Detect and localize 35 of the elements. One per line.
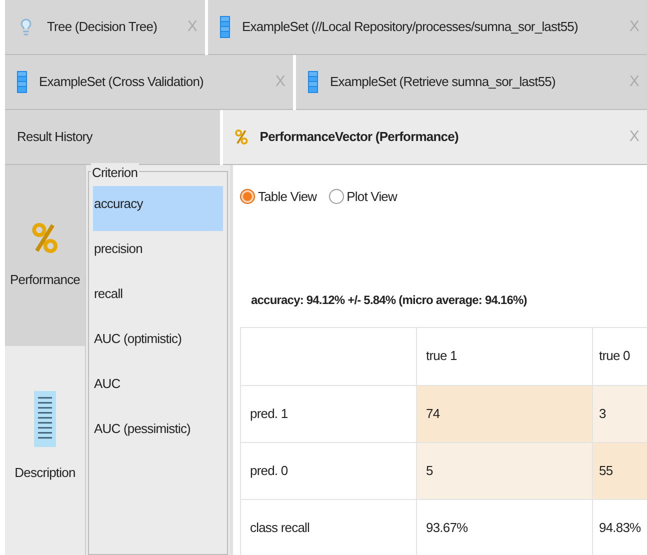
- percent-icon: [32, 222, 58, 254]
- data-table-icon: [220, 16, 230, 38]
- tab-label: ExampleSet (Cross Validation): [39, 73, 204, 92]
- data-table-icon: [308, 71, 318, 93]
- tab-label: Result History: [17, 128, 92, 146]
- radio-option[interactable]: Table View: [240, 187, 317, 206]
- view-label: Description: [14, 464, 76, 482]
- criterion-item[interactable]: precision: [93, 231, 223, 276]
- table-cell: 74: [417, 386, 593, 442]
- document-icon: [34, 390, 56, 447]
- view-label: Performance: [10, 270, 80, 289]
- radio-label: Plot View: [346, 188, 397, 206]
- criterion-item[interactable]: AUC (optimistic): [93, 321, 223, 366]
- radio-option[interactable]: Plot View: [328, 187, 397, 206]
- criterion-item[interactable]: recall: [93, 276, 223, 321]
- criterion-item[interactable]: AUC (pessimistic): [93, 411, 223, 456]
- table-cell: 5: [417, 442, 593, 500]
- radio-button[interactable]: [328, 189, 344, 204]
- tab-label: ExampleSet (//Local Repository/processes/sumna_sor_last55): [242, 18, 578, 36]
- radio-button[interactable]: [240, 189, 255, 204]
- criterion-item[interactable]: accuracy: [93, 186, 223, 231]
- tab[interactable]: Result History: [5, 110, 220, 165]
- tab-label: Tree (Decision Tree): [47, 18, 157, 36]
- accuracy-summary: accuracy: 94.12% +/- 5.84% (micro average: 94.16%): [251, 292, 528, 308]
- criterion-item[interactable]: AUC: [93, 366, 223, 411]
- tab-label: PerformanceVector (Performance): [260, 128, 458, 146]
- view-tab[interactable]: Performance: [5, 165, 85, 346]
- tab-label: ExampleSet (Retrieve sumna_sor_last55): [330, 73, 556, 92]
- table-cell: 3: [593, 386, 647, 442]
- percent-icon: [235, 129, 248, 145]
- table-cell: 55: [593, 442, 647, 500]
- table-cell: 93.67%: [417, 500, 593, 555]
- radio-label: Table View: [258, 188, 317, 206]
- data-table-icon: [17, 71, 27, 93]
- tab[interactable]: PerformanceVector (Performance) X: [223, 110, 647, 165]
